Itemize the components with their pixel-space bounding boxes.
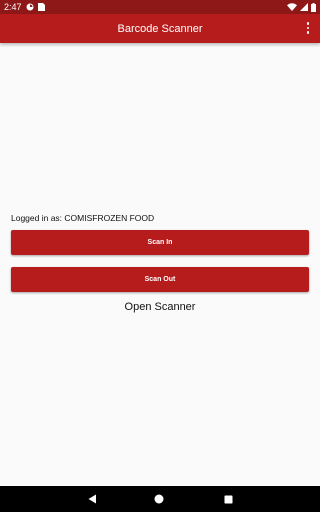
app-title: Barcode Scanner	[117, 22, 203, 35]
scan-out-button[interactable]: Scan Out	[11, 267, 309, 292]
sync-icon	[26, 3, 34, 11]
signal-icon	[300, 3, 308, 11]
sim-icon	[37, 3, 45, 11]
main-content: Logged in as: COMISFROZEN FOOD Scan In S…	[0, 43, 320, 486]
status-right	[287, 2, 320, 12]
recents-icon[interactable]	[222, 493, 234, 505]
status-time: 2:47	[4, 2, 22, 12]
more-vert-icon[interactable]	[302, 20, 314, 36]
navigation-bar	[0, 486, 320, 512]
back-icon[interactable]	[86, 493, 98, 505]
open-scanner-button[interactable]: Open Scanner	[0, 301, 320, 313]
app-bar: Barcode Scanner	[0, 14, 320, 43]
home-icon[interactable]	[153, 493, 165, 505]
logged-in-text: Logged in as: COMISFROZEN FOOD	[11, 213, 155, 223]
scan-in-button[interactable]: Scan In	[11, 230, 309, 255]
wifi-icon	[287, 3, 297, 11]
status-left: 2:47	[0, 2, 45, 12]
battery-icon	[311, 2, 316, 12]
status-bar: 2:47	[0, 0, 320, 14]
